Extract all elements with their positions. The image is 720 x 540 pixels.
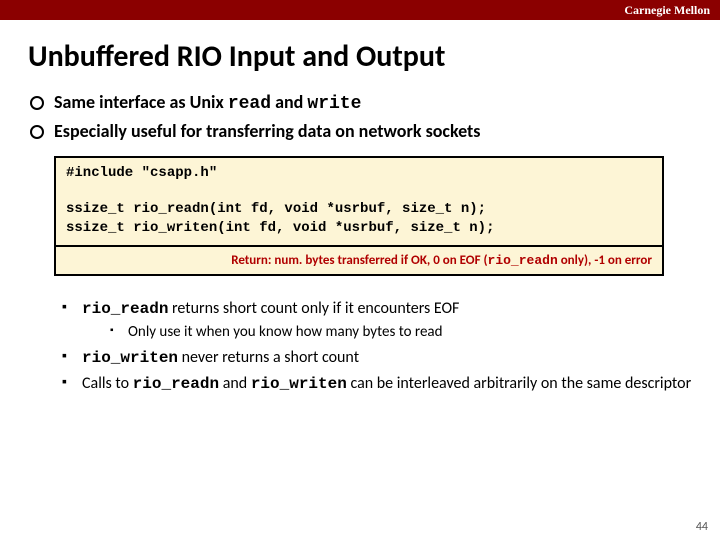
brand-label: Carnegie Mellon bbox=[624, 3, 710, 18]
main-bullet-list: Same interface as Unix read and write Es… bbox=[28, 91, 692, 142]
code-lines: #include "csapp.h" ssize_t rio_readn(int… bbox=[56, 158, 662, 245]
subsub-list: Only use it when you know how many bytes… bbox=[110, 322, 692, 342]
bullet-1: Same interface as Unix read and write bbox=[28, 91, 692, 114]
slide-title: Unbuffered RIO Input and Output bbox=[28, 38, 692, 75]
sub-bullet-list: rio_readn returns short count only if it… bbox=[60, 298, 692, 396]
page-number: 44 bbox=[696, 520, 708, 534]
subsub-1: Only use it when you know how many bytes… bbox=[110, 322, 692, 342]
code-return-note: Return: num. bytes transferred if OK, 0 … bbox=[56, 245, 662, 274]
sub-bullet-2: rio_writen never returns a short count bbox=[60, 347, 692, 370]
brand-bar: Carnegie Mellon bbox=[0, 0, 720, 20]
slide-content: Unbuffered RIO Input and Output Same int… bbox=[0, 20, 720, 408]
code-box: #include "csapp.h" ssize_t rio_readn(int… bbox=[54, 156, 664, 276]
sub-bullet-1: rio_readn returns short count only if it… bbox=[60, 298, 692, 343]
sub-bullet-3: Calls to rio_readn and rio_writen can be… bbox=[60, 373, 692, 396]
bullet-2: Especially useful for transferring data … bbox=[28, 120, 692, 142]
